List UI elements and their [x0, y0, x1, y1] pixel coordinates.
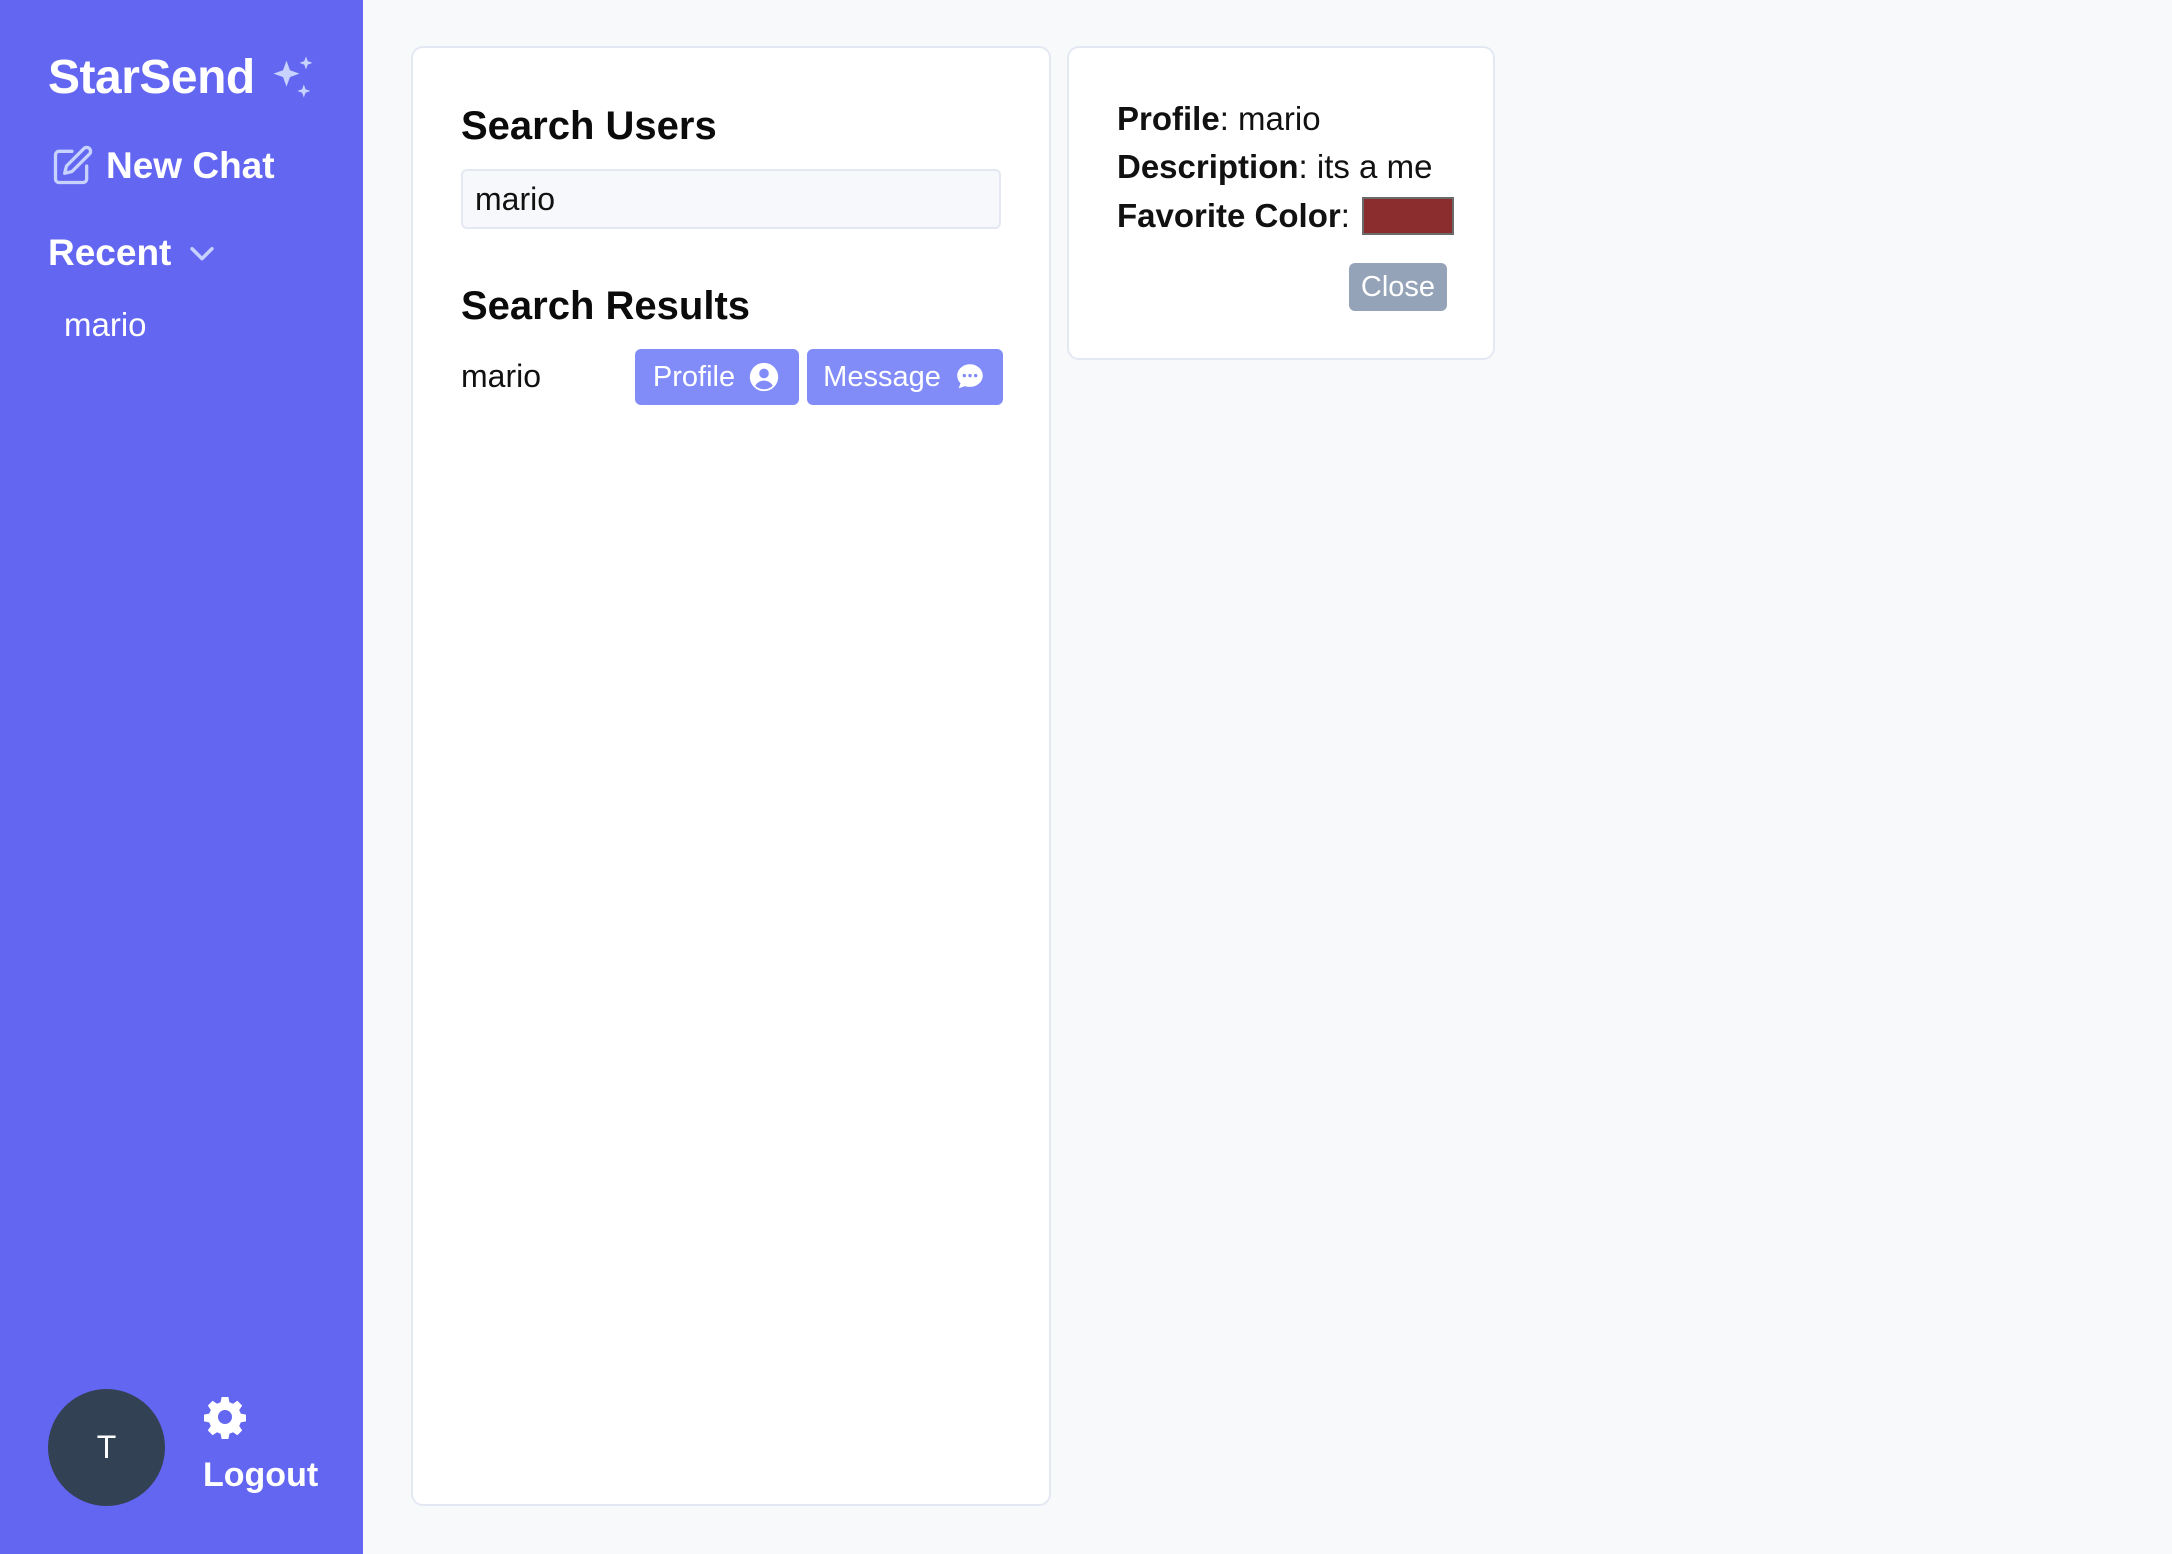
avatar[interactable]: T [48, 1389, 165, 1506]
chevron-down-icon [190, 246, 215, 261]
result-name: mario [461, 358, 542, 394]
description-value: its a me [1316, 148, 1433, 185]
description-label: Description [1117, 148, 1299, 185]
profile-row: Profile: mario [1117, 100, 1321, 137]
recent-toggle[interactable]: Recent [48, 232, 219, 274]
search-title: Search Users [461, 104, 717, 148]
favorite-color-row: Favorite Color: [1117, 197, 1454, 235]
profile-button[interactable]: Profile [635, 349, 799, 405]
recent-label: Recent [48, 232, 172, 273]
recent-item-mario[interactable]: mario [64, 306, 147, 344]
message-button-label: Message [823, 360, 941, 393]
avatar-initial: T [96, 1429, 117, 1465]
profile-label: Profile [1117, 100, 1220, 137]
new-chat-button[interactable]: New Chat [50, 144, 275, 188]
sidebar: StarSend New Chat Recent mario T Logout [0, 0, 363, 1554]
edit-icon [53, 145, 93, 185]
description-row: Description: its a me [1117, 148, 1433, 185]
search-input[interactable] [461, 169, 1001, 229]
favorite-color-label: Favorite Color [1117, 197, 1341, 234]
user-circle-icon [749, 362, 779, 392]
gear-icon[interactable] [201, 1393, 249, 1441]
message-button[interactable]: Message [807, 349, 1003, 405]
favorite-color-swatch [1361, 197, 1454, 235]
logout-button[interactable]: Logout [203, 1456, 318, 1495]
close-button[interactable]: Close [1349, 263, 1447, 311]
brand-name: StarSend [48, 51, 255, 104]
sparkles-icon [273, 55, 313, 97]
profile-button-label: Profile [652, 360, 736, 393]
search-panel: Search Users Search Results mario Profil… [411, 46, 1051, 1506]
chat-bubble-icon [957, 364, 983, 389]
profile-value: mario [1238, 100, 1321, 137]
profile-panel: Profile: mario Description: its a me Fav… [1067, 46, 1495, 360]
results-title: Search Results [461, 284, 751, 328]
new-chat-label: New Chat [106, 145, 275, 186]
brand: StarSend [48, 50, 319, 105]
